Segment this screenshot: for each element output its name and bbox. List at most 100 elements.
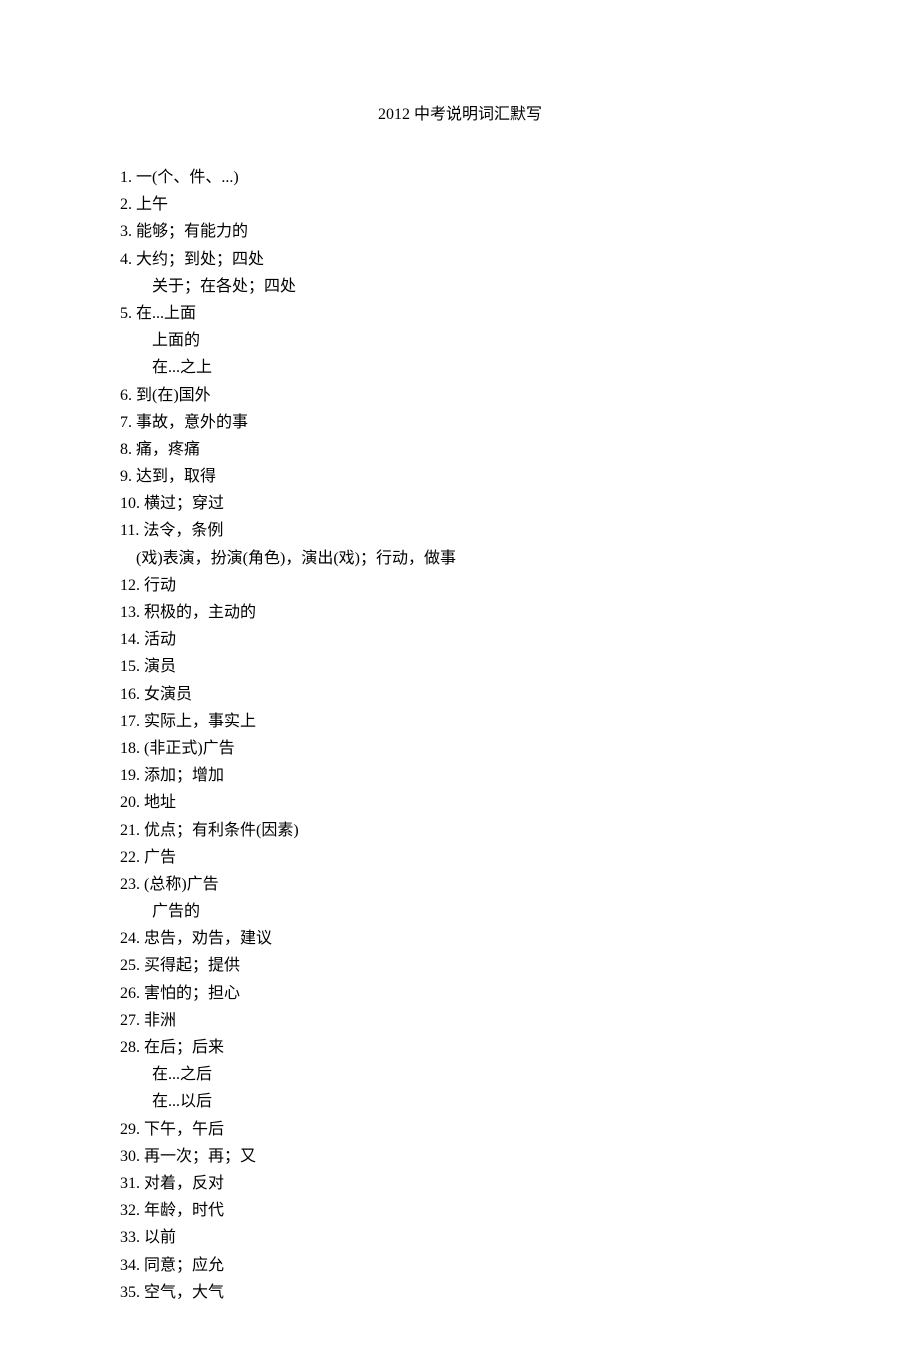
item-number: 21. bbox=[120, 822, 144, 839]
item-text: 再一次；再；又 bbox=[144, 1148, 256, 1165]
item-number: 29. bbox=[120, 1121, 144, 1138]
item-number: 1. bbox=[120, 169, 136, 186]
list-item: 20. 地址 bbox=[120, 789, 800, 816]
item-number: 25. bbox=[120, 957, 144, 974]
item-number: 16. bbox=[120, 686, 144, 703]
item-number: 22. bbox=[120, 849, 144, 866]
list-item: 28. 在后；后来 bbox=[120, 1034, 800, 1061]
item-text: 买得起；提供 bbox=[144, 957, 240, 974]
list-item: 9. 达到，取得 bbox=[120, 463, 800, 490]
item-text: 优点；有利条件(因素) bbox=[144, 822, 299, 839]
item-number: 34. bbox=[120, 1257, 144, 1274]
item-text: 广告 bbox=[144, 849, 176, 866]
item-text: 对着，反对 bbox=[144, 1175, 224, 1192]
list-item: 7. 事故，意外的事 bbox=[120, 409, 800, 436]
item-number: 13. bbox=[120, 604, 144, 621]
item-text: 同意；应允 bbox=[144, 1257, 224, 1274]
item-number: 24. bbox=[120, 930, 144, 947]
item-number: 8. bbox=[120, 441, 136, 458]
item-number: 31. bbox=[120, 1175, 144, 1192]
item-number: 33. bbox=[120, 1229, 144, 1246]
item-text: 非洲 bbox=[144, 1012, 176, 1029]
item-text: 空气，大气 bbox=[144, 1284, 224, 1301]
list-item: 22. 广告 bbox=[120, 844, 800, 871]
item-number: 11. bbox=[120, 522, 143, 539]
list-item: 24. 忠告，劝告，建议 bbox=[120, 925, 800, 952]
list-item: 2. 上午 bbox=[120, 191, 800, 218]
list-item: 26. 害怕的；担心 bbox=[120, 980, 800, 1007]
list-item: 4. 大约；到处；四处 bbox=[120, 246, 800, 273]
item-text: 积极的，主动的 bbox=[144, 604, 256, 621]
list-item: 13. 积极的，主动的 bbox=[120, 599, 800, 626]
list-item: 32. 年龄，时代 bbox=[120, 1197, 800, 1224]
item-text: 实际上，事实上 bbox=[144, 713, 256, 730]
item-text: 在...上面 bbox=[136, 305, 196, 322]
item-text: 活动 bbox=[144, 631, 176, 648]
list-item: 34. 同意；应允 bbox=[120, 1252, 800, 1279]
list-item: 25. 买得起；提供 bbox=[120, 952, 800, 979]
item-text: 演员 bbox=[144, 658, 176, 675]
list-item: 31. 对着，反对 bbox=[120, 1170, 800, 1197]
item-number: 15. bbox=[120, 658, 144, 675]
item-number: 10. bbox=[120, 495, 144, 512]
item-text: 在后；后来 bbox=[144, 1039, 224, 1056]
item-subtext: 在...之后 bbox=[120, 1061, 800, 1088]
item-number: 35. bbox=[120, 1284, 144, 1301]
list-item: 23. (总称)广告 bbox=[120, 871, 800, 898]
page-title: 2012 中考说明词汇默写 bbox=[120, 100, 800, 124]
list-item: 18. (非正式)广告 bbox=[120, 735, 800, 762]
item-text: 地址 bbox=[144, 794, 176, 811]
item-text: 横过；穿过 bbox=[144, 495, 224, 512]
list-item: 3. 能够；有能力的 bbox=[120, 218, 800, 245]
item-text: 添加；增加 bbox=[144, 767, 224, 784]
item-text: (非正式)广告 bbox=[144, 740, 235, 757]
item-number: 5. bbox=[120, 305, 136, 322]
list-item: 27. 非洲 bbox=[120, 1007, 800, 1034]
document-page: 2012 中考说明词汇默写 1. 一(个、件、...)2. 上午3. 能够；有能… bbox=[0, 0, 920, 1366]
item-text: 害怕的；担心 bbox=[144, 985, 240, 1002]
item-subtext: 在...之上 bbox=[120, 354, 800, 381]
item-text: 能够；有能力的 bbox=[136, 223, 248, 240]
item-text: 下午，午后 bbox=[144, 1121, 224, 1138]
item-text: 忠告，劝告，建议 bbox=[144, 930, 272, 947]
item-number: 9. bbox=[120, 468, 136, 485]
list-item: 17. 实际上，事实上 bbox=[120, 708, 800, 735]
item-text: 法令，条例 bbox=[143, 522, 223, 539]
item-number: 27. bbox=[120, 1012, 144, 1029]
list-item: 21. 优点；有利条件(因素) bbox=[120, 817, 800, 844]
item-number: 32. bbox=[120, 1202, 144, 1219]
item-number: 23. bbox=[120, 876, 144, 893]
vocabulary-list: 1. 一(个、件、...)2. 上午3. 能够；有能力的4. 大约；到处；四处关… bbox=[120, 164, 800, 1306]
list-item: 15. 演员 bbox=[120, 653, 800, 680]
item-number: 17. bbox=[120, 713, 144, 730]
item-number: 14. bbox=[120, 631, 144, 648]
item-text: 大约；到处；四处 bbox=[136, 251, 264, 268]
list-item: 12. 行动 bbox=[120, 572, 800, 599]
list-item: 10. 横过；穿过 bbox=[120, 490, 800, 517]
item-number: 12. bbox=[120, 577, 144, 594]
item-number: 26. bbox=[120, 985, 144, 1002]
item-text: 一(个、件、...) bbox=[136, 169, 239, 186]
list-item: 14. 活动 bbox=[120, 626, 800, 653]
item-number: 28. bbox=[120, 1039, 144, 1056]
item-subtext: (戏)表演，扮演(角色)，演出(戏)；行动，做事 bbox=[120, 545, 800, 572]
item-number: 18. bbox=[120, 740, 144, 757]
item-subtext: 在...以后 bbox=[120, 1088, 800, 1115]
item-number: 2. bbox=[120, 196, 136, 213]
item-text: 年龄，时代 bbox=[144, 1202, 224, 1219]
list-item: 29. 下午，午后 bbox=[120, 1116, 800, 1143]
item-number: 6. bbox=[120, 387, 136, 404]
list-item: 30. 再一次；再；又 bbox=[120, 1143, 800, 1170]
item-subtext: 上面的 bbox=[120, 327, 800, 354]
item-number: 7. bbox=[120, 414, 136, 431]
item-text: (总称)广告 bbox=[144, 876, 219, 893]
item-text: 痛，疼痛 bbox=[136, 441, 200, 458]
item-text: 上午 bbox=[136, 196, 168, 213]
list-item: 8. 痛，疼痛 bbox=[120, 436, 800, 463]
list-item: 16. 女演员 bbox=[120, 681, 800, 708]
list-item: 5. 在...上面 bbox=[120, 300, 800, 327]
item-subtext: 关于；在各处；四处 bbox=[120, 273, 800, 300]
item-number: 4. bbox=[120, 251, 136, 268]
list-item: 11. 法令，条例 bbox=[120, 517, 800, 544]
item-number: 3. bbox=[120, 223, 136, 240]
